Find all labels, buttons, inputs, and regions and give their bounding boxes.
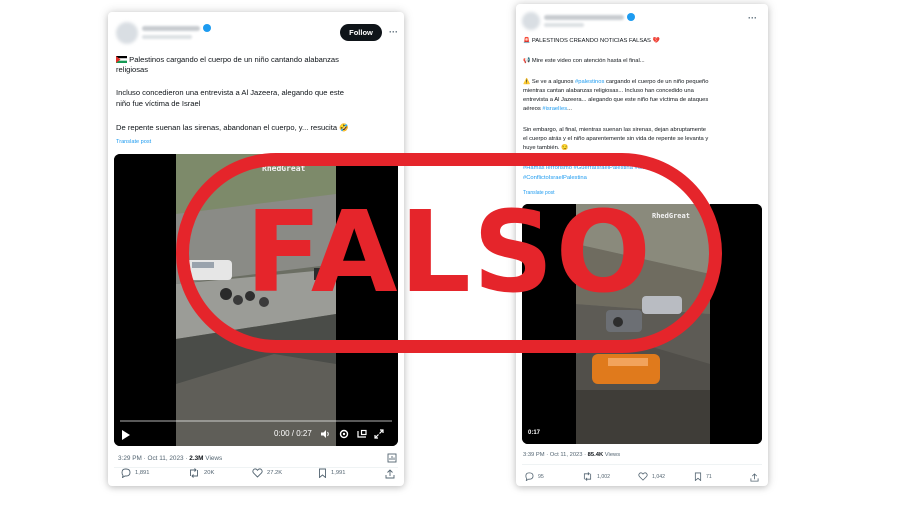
repost-button[interactable]: 1,002	[582, 472, 610, 481]
follow-button[interactable]: Follow	[340, 24, 382, 41]
author-name-blurred[interactable]	[142, 26, 200, 31]
verified-badge-icon	[203, 24, 211, 32]
repost-button[interactable]: 20K	[188, 468, 214, 478]
tweet-text-line-5: De repente suenan las sirenas, abandonan…	[116, 123, 349, 132]
repost-icon	[583, 472, 592, 481]
tweet-paragraph-1-line-3: entrevista a Al Jazeera... alegando que …	[523, 97, 709, 103]
smirk-emoji-icon: 😏	[561, 145, 569, 151]
tweet-paragraph-1-line-4: aéreos #israelíes...	[523, 106, 573, 112]
tweet-text-line-2: religiosas	[116, 65, 149, 74]
bookmark-button[interactable]: 1,991	[318, 468, 346, 478]
broken-heart-emoji-icon: 💔	[652, 38, 660, 44]
bookmark-icon	[319, 468, 326, 478]
reply-icon	[525, 472, 534, 481]
play-icon[interactable]	[122, 430, 130, 440]
bookmark-icon	[694, 472, 702, 481]
tweet-text-line-4: niño fue víctima de Israel	[116, 99, 201, 108]
like-button[interactable]: 27.2K	[252, 468, 282, 478]
falso-stamp: FALSO	[176, 153, 722, 353]
more-options-icon[interactable]: ···	[748, 13, 757, 23]
megaphone-emoji-icon: 📢	[523, 58, 531, 64]
author-avatar[interactable]	[116, 22, 138, 44]
tweet-text-line-1: Palestinos cargando el cuerpo de un niño…	[116, 55, 339, 65]
siren-emoji-icon: 🚨	[523, 38, 531, 44]
tweet-paragraph-2-line-1: Sin embargo, al final, mientras suenan l…	[523, 127, 707, 133]
divider	[522, 464, 762, 465]
tweet-watch-line: 📢 Mire este video con atención hasta el …	[523, 58, 645, 64]
hashtag-palestinos[interactable]: #palestinos	[575, 79, 604, 85]
post-timestamp-views: 3:29 PM · Oct 11, 2023 · 2.3M Views	[118, 455, 223, 462]
falso-stamp-text: FALSO	[245, 188, 653, 318]
laughing-emoji-icon: 🤣	[339, 123, 349, 132]
author-handle-blurred[interactable]	[142, 35, 192, 39]
reply-button[interactable]: 95	[524, 472, 544, 481]
reply-icon	[121, 468, 131, 478]
post-timestamp-views: 3:39 PM · Oct 11, 2023 · 85.4K Views	[523, 452, 621, 458]
tweet-text-line-3: Incluso concedieron una entrevista a Al …	[116, 88, 344, 97]
progress-bar[interactable]	[120, 420, 392, 422]
warning-emoji-icon: ⚠️	[523, 79, 531, 85]
tweet-headline: 🚨 PALESTINOS CREANDO NOTICIAS FALSAS 💔	[523, 38, 660, 44]
like-button[interactable]: 1,042	[638, 472, 665, 481]
translate-post-link[interactable]: Translate post	[116, 139, 151, 145]
pip-icon[interactable]	[357, 429, 367, 439]
palestine-flag-icon	[116, 56, 127, 63]
share-icon[interactable]	[385, 469, 395, 479]
heart-icon	[638, 472, 648, 481]
share-icon[interactable]	[750, 473, 759, 482]
verified-badge-icon	[627, 13, 635, 21]
volume-icon[interactable]	[320, 429, 330, 439]
reply-button[interactable]: 1,891	[120, 468, 150, 478]
repost-icon	[190, 468, 198, 478]
more-options-icon[interactable]: ···	[389, 27, 398, 37]
author-handle-blurred[interactable]	[544, 23, 584, 27]
analytics-icon[interactable]	[387, 453, 397, 463]
author-name-blurred[interactable]	[544, 15, 624, 20]
bookmark-button[interactable]: 71	[694, 472, 712, 481]
tweet-paragraph-2-line-2: el cuerpo atrás y el niño aparentemente …	[523, 136, 709, 142]
tweet-paragraph-1-line-2: mientras cantan alabanzas religiosas... …	[523, 88, 694, 94]
fullscreen-icon[interactable]	[374, 429, 384, 439]
heart-icon	[252, 468, 263, 478]
tweet-paragraph-2-line-3: huye también. 😏	[523, 145, 569, 151]
tweet-paragraph-1-line-1: ⚠️ Se ve a algunos #palestinos cargando …	[523, 79, 709, 85]
video-duration: 0:17	[528, 430, 541, 436]
player-time: 0:00 / 0:27	[274, 429, 312, 438]
author-avatar[interactable]	[522, 12, 540, 30]
settings-gear-icon[interactable]	[339, 429, 349, 439]
hashtag-israelies[interactable]: #israelíes	[542, 106, 567, 112]
